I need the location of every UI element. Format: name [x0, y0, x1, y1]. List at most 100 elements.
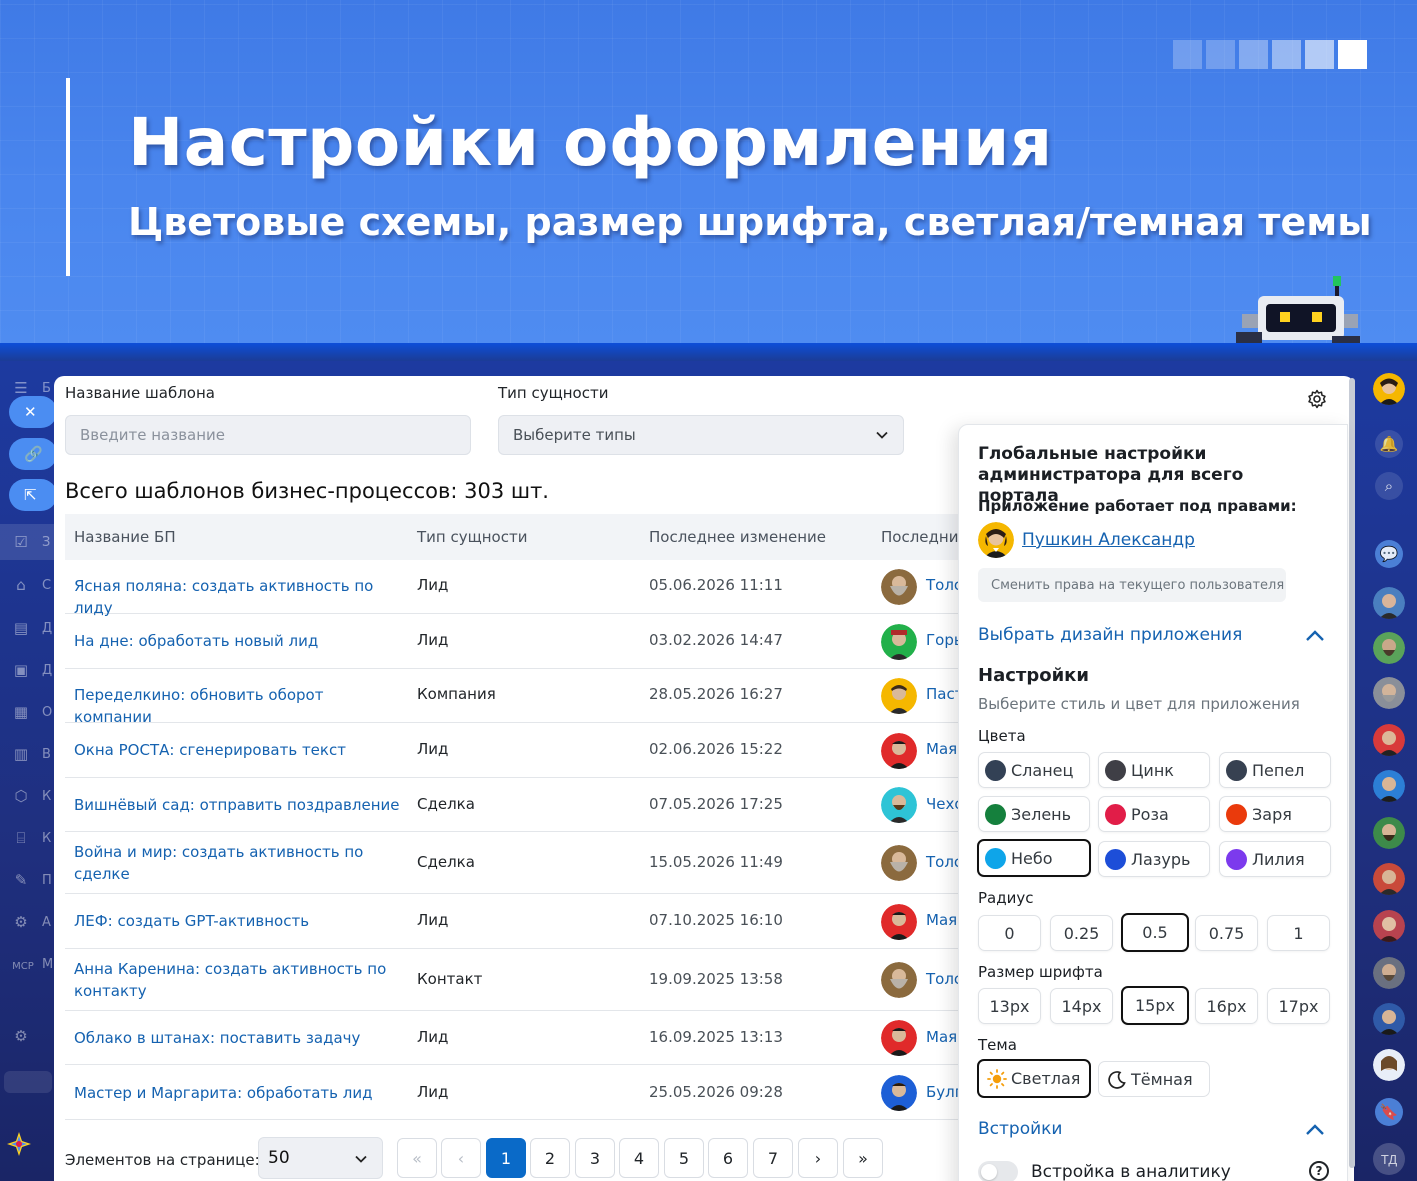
- contact-avatar[interactable]: [1373, 817, 1405, 849]
- entity-type-select[interactable]: Выберите типы: [498, 415, 904, 455]
- change-rights-button[interactable]: Сменить права на текущего пользователя: [978, 568, 1286, 602]
- sidebar-collapse-button[interactable]: [4, 1071, 52, 1093]
- author-link[interactable]: Толс: [926, 853, 962, 871]
- document-icon[interactable]: ▤: [10, 617, 32, 639]
- pen-icon[interactable]: ✎: [10, 869, 32, 891]
- last-page-button[interactable]: »: [843, 1138, 883, 1178]
- radius-option[interactable]: 0.5: [1121, 913, 1189, 952]
- page-button[interactable]: 7: [753, 1138, 793, 1178]
- next-page-button[interactable]: ›: [798, 1138, 838, 1178]
- table-row[interactable]: На дне: обработать новый лид Лид 03.02.2…: [65, 614, 1065, 669]
- chevron-up-icon[interactable]: [1305, 1123, 1325, 1137]
- app-logo-icon[interactable]: [5, 1130, 33, 1158]
- user-avatar[interactable]: [1373, 373, 1405, 405]
- contact-avatar[interactable]: [1373, 587, 1405, 619]
- calendar-icon[interactable]: ▦: [10, 701, 32, 723]
- user-initials-avatar[interactable]: ТД: [1373, 1143, 1405, 1175]
- process-link[interactable]: Ясная поляна: создать активность по лиду: [74, 575, 404, 619]
- color-option-pepel[interactable]: Пепел: [1219, 752, 1331, 788]
- chart-icon[interactable]: ▥: [10, 743, 32, 765]
- color-option-roza[interactable]: Роза: [1098, 796, 1210, 832]
- page-button[interactable]: 3: [575, 1138, 615, 1178]
- author-avatar[interactable]: [881, 569, 917, 605]
- template-name-input[interactable]: Введите название: [65, 415, 471, 455]
- font-size-option[interactable]: 15px: [1121, 986, 1189, 1025]
- color-option-nebo[interactable]: Небо: [977, 839, 1091, 877]
- column-header[interactable]: Тип сущности: [417, 528, 527, 546]
- presentation-icon[interactable]: ▣: [10, 659, 32, 681]
- theme-light-button[interactable]: Светлая: [977, 1059, 1091, 1098]
- embeds-section-toggle[interactable]: Встройки: [978, 1119, 1062, 1139]
- column-header[interactable]: Последнее изменение: [649, 528, 826, 546]
- link-icon[interactable]: 🔗: [9, 438, 57, 470]
- contact-avatar[interactable]: [1373, 910, 1405, 942]
- theme-dark-button[interactable]: Тёмная: [1098, 1061, 1210, 1097]
- contact-avatar[interactable]: [1373, 677, 1405, 709]
- bank-icon[interactable]: ⌂: [10, 574, 32, 596]
- radius-option[interactable]: 0: [978, 915, 1041, 951]
- process-link[interactable]: Война и мир: создать активность по сделк…: [74, 841, 404, 885]
- table-row[interactable]: Анна Каренина: создать активность по кон…: [65, 949, 1065, 1011]
- first-page-button[interactable]: «: [397, 1138, 437, 1178]
- bell-icon[interactable]: 🔔: [1375, 430, 1403, 458]
- contact-avatar[interactable]: [1373, 1003, 1405, 1035]
- column-header[interactable]: Название БП: [74, 528, 176, 546]
- author-avatar[interactable]: [881, 624, 917, 660]
- chevron-up-icon[interactable]: [1305, 629, 1325, 643]
- author-avatar[interactable]: [881, 678, 917, 714]
- font-size-option[interactable]: 14px: [1050, 988, 1113, 1024]
- font-size-option[interactable]: 16px: [1195, 988, 1258, 1024]
- author-link[interactable]: Толс: [926, 970, 962, 988]
- contact-avatar[interactable]: [1373, 863, 1405, 895]
- font-size-option[interactable]: 13px: [978, 988, 1041, 1024]
- rights-user-link[interactable]: Пушкин Александр: [1022, 530, 1195, 550]
- color-option-zelen[interactable]: Зелень: [978, 796, 1090, 832]
- color-option-lazur[interactable]: Лазурь: [1098, 841, 1210, 877]
- author-avatar[interactable]: [881, 904, 917, 940]
- chat-search-icon[interactable]: ⌕: [1375, 472, 1403, 500]
- prev-page-button[interactable]: ‹: [441, 1138, 481, 1178]
- column-header[interactable]: Последни: [881, 528, 958, 546]
- robot-icon[interactable]: ⚙: [10, 911, 32, 933]
- process-link[interactable]: Переделкино: обновить оборот компании: [74, 684, 404, 728]
- process-link[interactable]: Окна РОСТА: сгенерировать текст: [74, 739, 404, 761]
- analytics-embed-toggle[interactable]: [978, 1161, 1018, 1181]
- page-button[interactable]: 2: [530, 1138, 570, 1178]
- contact-avatar[interactable]: [1373, 724, 1405, 756]
- page-button[interactable]: 1: [486, 1138, 526, 1178]
- color-option-slanets[interactable]: Сланец: [978, 752, 1090, 788]
- table-row[interactable]: Облако в штанах: поставить задачу Лид 16…: [65, 1011, 1065, 1065]
- process-link[interactable]: ЛЕФ: создать GPT-активность: [74, 910, 404, 932]
- table-row[interactable]: Ясная поляна: создать активность по лиду…: [65, 560, 1065, 617]
- table-row[interactable]: Вишнёвый сад: отправить поздравление Сде…: [65, 778, 1065, 832]
- settings-gear-icon[interactable]: [1307, 389, 1327, 409]
- radius-option[interactable]: 0.75: [1195, 915, 1258, 951]
- design-section-toggle[interactable]: Выбрать дизайн приложения: [978, 625, 1242, 645]
- author-avatar[interactable]: [881, 962, 917, 998]
- contact-avatar[interactable]: [1373, 957, 1405, 989]
- process-link[interactable]: Облако в штанах: поставить задачу: [74, 1027, 404, 1049]
- color-option-liliya[interactable]: Лилия: [1219, 841, 1331, 877]
- page-scrollbar[interactable]: [1349, 378, 1355, 1168]
- font-size-option[interactable]: 17px: [1267, 988, 1330, 1024]
- table-row[interactable]: Окна РОСТА: сгенерировать текст Лид 02.0…: [65, 723, 1065, 778]
- radius-option[interactable]: 0.25: [1050, 915, 1113, 951]
- per-page-select[interactable]: 50: [258, 1137, 383, 1179]
- table-row[interactable]: Переделкино: обновить оборот компании Ко…: [65, 669, 1065, 726]
- color-option-tsink[interactable]: Цинк: [1098, 752, 1210, 788]
- author-avatar[interactable]: [881, 1020, 917, 1056]
- contact-avatar[interactable]: [1373, 1049, 1405, 1081]
- radius-option[interactable]: 1: [1267, 915, 1330, 951]
- author-link[interactable]: Толс: [926, 576, 962, 594]
- author-avatar[interactable]: [881, 845, 917, 881]
- author-avatar[interactable]: [881, 787, 917, 823]
- page-button[interactable]: 5: [664, 1138, 704, 1178]
- table-row[interactable]: Война и мир: создать активность по сделк…: [65, 832, 1065, 894]
- group-chat-icon[interactable]: 💬: [1375, 540, 1403, 568]
- table-row[interactable]: Мастер и Маргарита: обработать лид Лид 2…: [65, 1065, 1065, 1120]
- contact-avatar[interactable]: [1373, 632, 1405, 664]
- page-button[interactable]: 4: [619, 1138, 659, 1178]
- process-link[interactable]: Вишнёвый сад: отправить поздравление: [74, 794, 404, 816]
- external-link-icon[interactable]: ⇱: [9, 479, 57, 511]
- code-file-icon[interactable]: ⌸: [10, 827, 32, 849]
